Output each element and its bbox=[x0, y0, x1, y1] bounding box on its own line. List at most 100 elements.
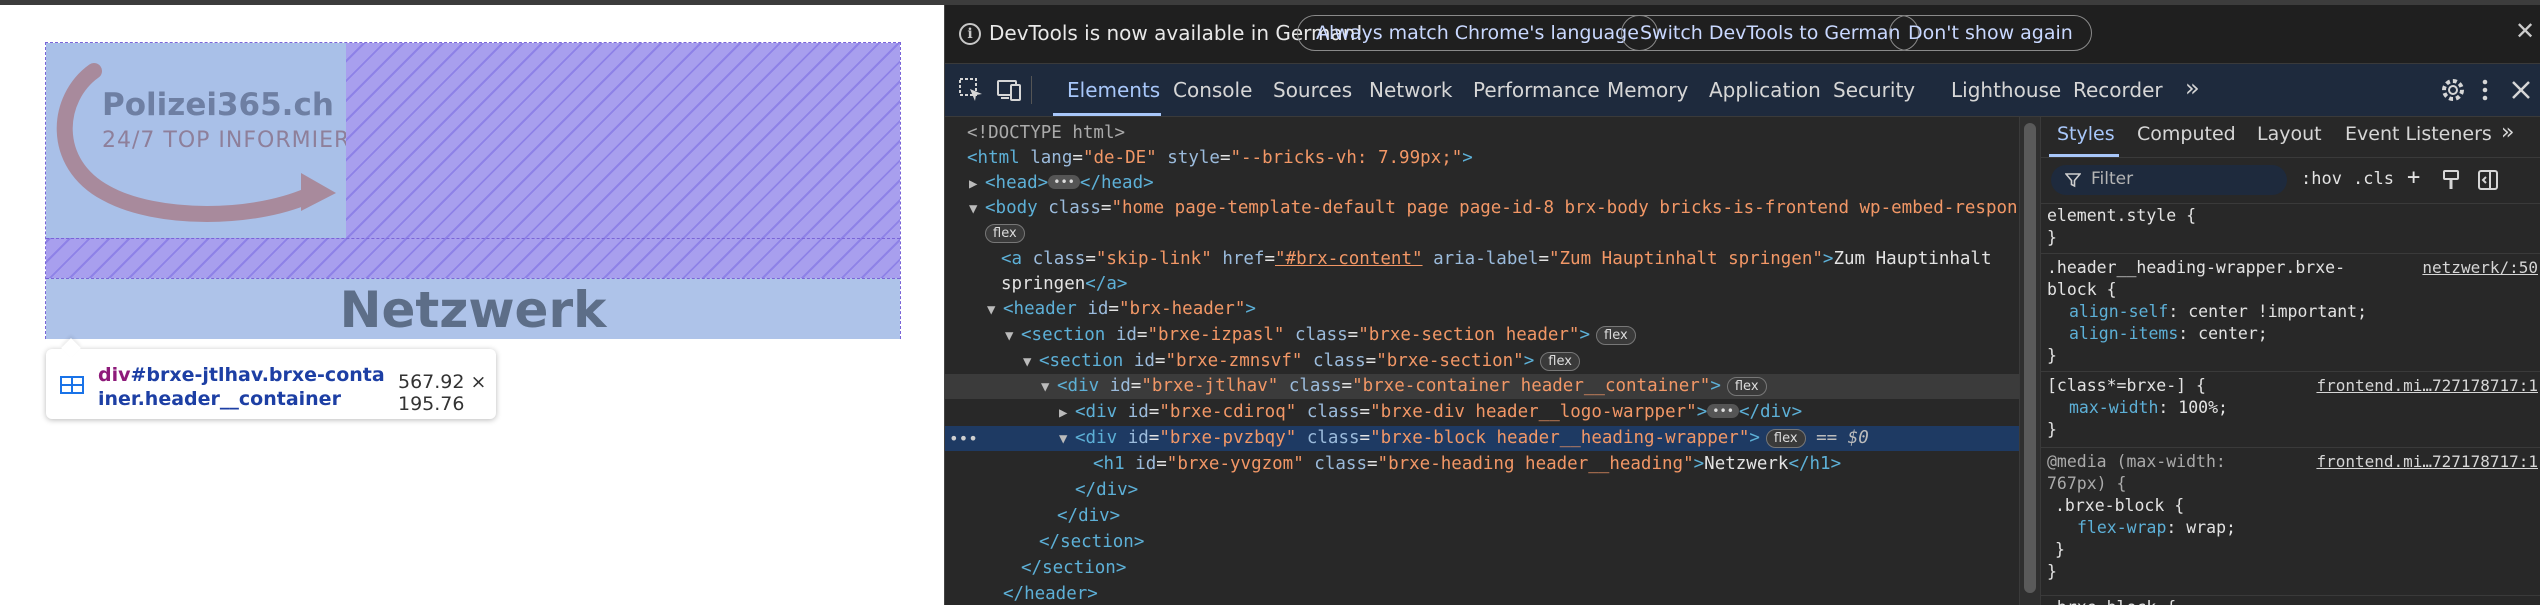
tab-performance[interactable]: Performance bbox=[1473, 78, 1600, 102]
tab-event-listeners[interactable]: Event Listeners bbox=[2345, 123, 2492, 145]
styles-filter-input[interactable]: Filter bbox=[2051, 165, 2287, 195]
css-property[interactable]: max-width bbox=[2041, 398, 2158, 417]
more-tabs-chevron-icon[interactable]: » bbox=[2185, 74, 2200, 102]
dont-show-again-button[interactable]: Don't show again bbox=[1889, 15, 2092, 51]
elements-tree[interactable]: <!DOCTYPE html> <html lang="de-DE" style… bbox=[945, 117, 2019, 605]
rule-source-link[interactable]: frontend.mi…727178717:1 bbox=[2316, 375, 2538, 397]
dom-node-section-izpasl[interactable]: ▼ <section id="brxe-izpasl" class="brxe-s… bbox=[945, 323, 2019, 348]
flex-badge[interactable]: flex bbox=[1726, 377, 1767, 396]
dom-node-close-section[interactable]: </section> bbox=[945, 530, 2019, 555]
close-devtools-icon[interactable] bbox=[2507, 76, 2535, 104]
attr-name: class bbox=[1312, 351, 1366, 371]
tab-layout[interactable]: Layout bbox=[2257, 123, 2322, 145]
tag: <head> bbox=[985, 173, 1049, 193]
dom-node-div-pvzbqy[interactable]: ••• ▼ <div id="brxe-pvzbqy" class="brxe-bl… bbox=[945, 426, 2019, 451]
filter-placeholder: Filter bbox=[2091, 169, 2134, 189]
css-value[interactable]: 100%; bbox=[2178, 398, 2228, 417]
attr-value: "Zum Hauptinhalt springen" bbox=[1548, 249, 1823, 269]
tab-console[interactable]: Console bbox=[1173, 78, 1252, 102]
dom-node-header[interactable]: ▼ <header id="brx-header"> bbox=[945, 297, 2019, 322]
dom-node-div-jtlhav[interactable]: ▼ <div id="brxe-jtlhav" class="brxe-conta… bbox=[945, 374, 2019, 399]
flex-badge[interactable]: flex bbox=[985, 224, 1025, 243]
device-toolbar-icon[interactable] bbox=[995, 76, 1023, 104]
dom-node-body[interactable]: ▼ <body class="home page-template-default… bbox=[945, 196, 2019, 221]
scrollbar-thumb[interactable] bbox=[2024, 123, 2036, 593]
dom-node-doctype[interactable]: <!DOCTYPE html> bbox=[945, 121, 2019, 146]
class-toggle[interactable]: .cls bbox=[2353, 169, 2394, 189]
tab-recorder[interactable]: Recorder bbox=[2073, 78, 2163, 102]
rule-close: } bbox=[2047, 346, 2057, 365]
flex-badge[interactable]: flex bbox=[1596, 326, 1636, 345]
css-property[interactable]: flex-wrap bbox=[2041, 518, 2166, 537]
collapse-triangle-icon[interactable]: ▼ bbox=[969, 197, 985, 222]
tab-elements[interactable]: Elements bbox=[1067, 78, 1160, 102]
css-rule-brxe-block[interactable]: .brxe-block { bbox=[2041, 597, 2540, 605]
css-rule-heading-wrapper[interactable]: netzwerk/:50 .header__heading-wrapper.br… bbox=[2041, 257, 2540, 367]
new-rule-plus-icon[interactable]: + bbox=[2407, 165, 2420, 190]
attr-value-link[interactable]: "#brx-content" bbox=[1275, 249, 1423, 269]
hover-state-toggle[interactable]: :hov bbox=[2301, 169, 2342, 189]
collapse-triangle-icon[interactable]: ▼ bbox=[987, 298, 1003, 323]
tab-network[interactable]: Network bbox=[1369, 78, 1453, 102]
dom-node-skip-link-cont[interactable]: springen</a> bbox=[945, 272, 2019, 297]
dom-node-skip-link[interactable]: <a class="skip-link" href="#brx-content"… bbox=[945, 247, 2019, 272]
collapse-triangle-icon[interactable]: ▼ bbox=[1005, 324, 1021, 349]
tab-memory[interactable]: Memory bbox=[1607, 78, 1688, 102]
tag: </section> bbox=[1021, 558, 1127, 578]
tab-styles[interactable]: Styles bbox=[2057, 123, 2115, 145]
dom-node-h1[interactable]: <h1 id="brxe-yvgzom" class="brxe-heading… bbox=[945, 452, 2019, 477]
dom-node-close-header[interactable]: </header> bbox=[945, 582, 2019, 605]
ellipsis-badge[interactable]: ••• bbox=[1048, 175, 1080, 189]
tab-security[interactable]: Security bbox=[1833, 78, 1915, 102]
dom-node-close-div[interactable]: </div> bbox=[945, 478, 2019, 503]
dom-node-section-zmnsvf[interactable]: ▼ <section id="brxe-zmnsvf" class="brxe-s… bbox=[945, 349, 2019, 374]
expand-triangle-icon[interactable]: ▶ bbox=[969, 172, 985, 197]
attr-value: "--bricks-vh: 7.99px;" bbox=[1230, 148, 1463, 168]
flex-badge[interactable]: flex bbox=[1540, 352, 1580, 371]
flex-badge[interactable]: flex bbox=[1765, 429, 1806, 448]
tag: <section bbox=[1021, 325, 1106, 345]
dom-node-html[interactable]: <html lang="de-DE" style="--bricks-vh: 7… bbox=[945, 146, 2019, 171]
dom-node-head[interactable]: ▶ <head> ••• </head> bbox=[945, 171, 2019, 196]
collapse-triangle-icon[interactable]: ▼ bbox=[1059, 427, 1075, 452]
tab-application[interactable]: Application bbox=[1709, 78, 1821, 102]
gear-icon[interactable] bbox=[2439, 76, 2467, 104]
tab-lighthouse[interactable]: Lighthouse bbox=[1951, 78, 2061, 102]
css-property[interactable]: align-items bbox=[2041, 324, 2178, 343]
attr-value: "brxe-container header__container" bbox=[1352, 376, 1711, 396]
sidebar-toggle-icon[interactable] bbox=[2477, 169, 2499, 191]
site-logo[interactable]: Polizei365.ch 24/7 TOP INFORMIERT bbox=[46, 43, 346, 238]
css-rule-element-style[interactable]: element.style { } bbox=[2041, 205, 2540, 249]
tab-computed[interactable]: Computed bbox=[2137, 123, 2236, 145]
collapse-triangle-icon[interactable]: ▼ bbox=[1041, 375, 1057, 400]
node-actions-icon[interactable]: ••• bbox=[949, 426, 978, 451]
rule-close: } bbox=[2047, 562, 2057, 581]
rule-source-link[interactable]: frontend.mi…727178717:1 bbox=[2316, 451, 2538, 473]
match-language-button[interactable]: Always match Chrome's language bbox=[1297, 15, 1658, 51]
paint-brush-icon[interactable] bbox=[2441, 169, 2463, 191]
close-icon[interactable]: ✕ bbox=[2515, 17, 2535, 45]
elements-scrollbar[interactable] bbox=[2019, 117, 2040, 605]
kebab-menu-icon[interactable] bbox=[2471, 76, 2499, 104]
dom-node-div-cdiroq[interactable]: ▶ <div id="brxe-cdiroq" class="brxe-div h… bbox=[945, 400, 2019, 425]
attr-name: id bbox=[1115, 325, 1137, 345]
ellipsis-badge[interactable]: ••• bbox=[1707, 404, 1739, 418]
inspect-element-icon[interactable] bbox=[957, 76, 985, 104]
collapse-triangle-icon[interactable]: ▼ bbox=[1023, 350, 1039, 375]
css-value[interactable]: wrap; bbox=[2186, 518, 2236, 537]
expand-triangle-icon[interactable]: ▶ bbox=[1059, 401, 1075, 426]
css-value[interactable]: center; bbox=[2198, 324, 2268, 343]
more-panes-chevron-icon[interactable]: » bbox=[2501, 120, 2514, 145]
active-pane-indicator bbox=[2049, 154, 2119, 157]
tab-sources[interactable]: Sources bbox=[1273, 78, 1352, 102]
css-property[interactable]: align-self bbox=[2041, 302, 2168, 321]
css-rule-brxe-attr[interactable]: frontend.mi…727178717:1 [class*=brxe-] {… bbox=[2041, 375, 2540, 441]
rule-source-link[interactable]: netzwerk/:50 bbox=[2422, 257, 2538, 279]
css-rule-media-brxe-block[interactable]: frontend.mi…727178717:1 @media (max-widt… bbox=[2041, 451, 2540, 583]
dom-node-close-div[interactable]: </div> bbox=[945, 504, 2019, 529]
tag: </a> bbox=[1085, 274, 1128, 294]
css-value[interactable]: center !important; bbox=[2188, 302, 2367, 321]
switch-german-button[interactable]: Switch DevTools to German bbox=[1621, 15, 1920, 51]
dom-node-close-section[interactable]: </section> bbox=[945, 556, 2019, 581]
tag: </div> bbox=[1057, 506, 1121, 526]
